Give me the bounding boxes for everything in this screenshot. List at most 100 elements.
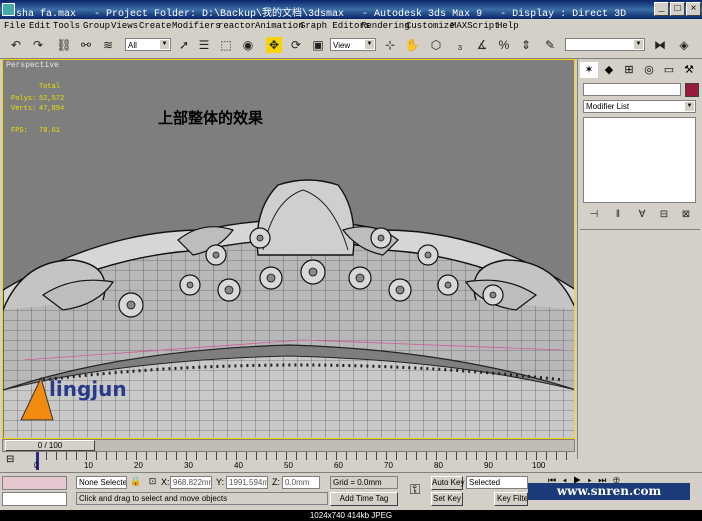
maxscript-listener-pink[interactable] bbox=[2, 476, 67, 490]
grid-size-display: Grid = 0.0mm bbox=[330, 476, 398, 489]
tick-label: 40 bbox=[234, 461, 243, 470]
track-bar[interactable]: ⊟ 0 10 20 30 40 50 60 70 80 90 100 bbox=[2, 452, 575, 472]
modifier-list-label: Modifier List bbox=[586, 102, 630, 111]
window-crossing-icon[interactable]: ◉ bbox=[240, 37, 256, 53]
menu-modifiers[interactable]: Modifiers bbox=[172, 21, 221, 31]
menu-tools[interactable]: Tools bbox=[53, 21, 80, 31]
key-filter-dropdown[interactable]: Selected bbox=[466, 476, 528, 489]
modifier-stack-list[interactable] bbox=[583, 117, 696, 203]
spinner-snap-icon[interactable]: ⇕ bbox=[518, 37, 534, 53]
menu-customize[interactable]: Customize bbox=[406, 21, 455, 31]
pivot-center-icon[interactable]: ⊹ bbox=[382, 37, 398, 53]
percent-snap-icon[interactable]: % bbox=[496, 37, 512, 53]
menu-maxscript[interactable]: MAXScript bbox=[451, 21, 500, 31]
menu-group[interactable]: Group bbox=[83, 21, 110, 31]
select-object-icon[interactable]: ➚ bbox=[176, 37, 192, 53]
modify-tab-icon[interactable]: ◆ bbox=[600, 62, 618, 78]
rectangular-selection-icon[interactable]: ⬚ bbox=[218, 37, 234, 53]
reference-coordinate-dropdown[interactable]: View ▼ bbox=[330, 38, 376, 51]
pin-stack-icon[interactable]: ⊣ bbox=[586, 207, 602, 223]
perspective-viewport[interactable]: Perspective Total Polys: 52,572 Verts: 4… bbox=[2, 59, 575, 439]
motion-tab-icon[interactable]: ◎ bbox=[640, 62, 658, 78]
maximize-button[interactable]: □ bbox=[670, 2, 685, 16]
x-label: X: bbox=[161, 477, 170, 487]
keyboard-shortcut-icon[interactable]: ⬡ bbox=[428, 37, 444, 53]
select-and-scale-icon[interactable]: ▣ bbox=[310, 37, 326, 53]
unlink-icon[interactable]: ⚯ bbox=[78, 37, 94, 53]
object-color-swatch[interactable] bbox=[685, 83, 699, 97]
manipulate-icon[interactable]: ✋ bbox=[404, 37, 420, 53]
tick-label: 70 bbox=[384, 461, 393, 470]
menu-bar: File Edit Tools Group Views Create Modif… bbox=[0, 19, 702, 32]
named-selection-icon[interactable]: ✎ bbox=[542, 37, 558, 53]
selection-status-field: None Selecte bbox=[76, 476, 127, 489]
tick-label: 100 bbox=[532, 461, 546, 470]
lock-icon[interactable]: 🔒 bbox=[130, 476, 141, 488]
named-selection-sets-dropdown[interactable]: ▼ bbox=[565, 38, 645, 51]
select-and-rotate-icon[interactable]: ⟳ bbox=[288, 37, 304, 53]
z-label: Z: bbox=[272, 477, 280, 487]
hierarchy-tab-icon[interactable]: ⊞ bbox=[620, 62, 638, 78]
key-filters-button[interactable]: Key Filters... bbox=[494, 492, 528, 506]
close-button[interactable]: × bbox=[686, 2, 701, 16]
maxscript-listener-white[interactable] bbox=[2, 492, 67, 506]
tick-label: 80 bbox=[434, 461, 443, 470]
set-key-button[interactable]: Set Key bbox=[431, 492, 463, 506]
menu-animation[interactable]: Animation bbox=[255, 21, 304, 31]
create-tab-icon[interactable]: ✶ bbox=[580, 62, 598, 78]
configure-modifier-sets-icon[interactable]: ⊠ bbox=[678, 207, 694, 223]
sofa-model: lingjun bbox=[3, 179, 574, 438]
make-unique-icon[interactable]: ∀ bbox=[634, 207, 650, 223]
undo-icon[interactable]: ↶ bbox=[8, 37, 24, 53]
remove-modifier-icon[interactable]: ⊟ bbox=[656, 207, 672, 223]
z-coordinate-field[interactable]: 0.0mm bbox=[282, 476, 320, 489]
auto-key-button[interactable]: Auto Key bbox=[431, 476, 464, 490]
title-bar: sha fa.max - Project Folder: D:\Backup\我… bbox=[0, 0, 702, 20]
utilities-tab-icon[interactable]: ⚒ bbox=[680, 62, 698, 78]
key-icon[interactable]: ⚿ bbox=[404, 481, 426, 497]
redo-icon[interactable]: ↷ bbox=[30, 37, 46, 53]
menu-graph-editors[interactable]: Graph Editors bbox=[300, 21, 370, 31]
prompt-line: Click and drag to select and move object… bbox=[76, 492, 328, 505]
window-title: sha fa.max - Project Folder: D:\Backup\我… bbox=[16, 9, 627, 20]
menu-create[interactable]: Create bbox=[139, 21, 171, 31]
menu-edit[interactable]: Edit bbox=[29, 21, 51, 31]
selection-filter-value: All bbox=[128, 41, 137, 50]
show-end-result-icon[interactable]: ‖ bbox=[610, 207, 626, 223]
select-and-link-icon[interactable]: ⛓ bbox=[56, 37, 72, 53]
main-toolbar: ↶ ↷ ⛓ ⚯ ≋ All ▼ ➚ ☰ ⬚ ◉ ✥ ⟳ ▣ View ▼ ⊹ ✋… bbox=[0, 32, 702, 59]
bind-space-warp-icon[interactable]: ≋ bbox=[100, 37, 116, 53]
y-coordinate-field[interactable]: 1991.594m bbox=[226, 476, 268, 489]
mirror-icon[interactable]: ⧓ bbox=[652, 37, 668, 53]
menu-help[interactable]: Help bbox=[497, 21, 519, 31]
snaps-toggle-icon[interactable]: ₃ bbox=[452, 37, 468, 53]
select-and-move-icon[interactable]: ✥ bbox=[266, 37, 282, 53]
display-tab-icon[interactable]: ▭ bbox=[660, 62, 678, 78]
image-info-bar: 1024x740 414kb JPEG bbox=[0, 510, 702, 521]
tick-label: 0 bbox=[34, 461, 39, 470]
tick-label: 60 bbox=[334, 461, 343, 470]
time-slider-thumb[interactable]: 0 / 100 bbox=[5, 440, 95, 451]
minimize-button[interactable]: _ bbox=[654, 2, 669, 16]
tick-label: 10 bbox=[84, 461, 93, 470]
menu-file[interactable]: File bbox=[4, 21, 26, 31]
angle-snap-icon[interactable]: ∡ bbox=[474, 37, 490, 53]
track-bar-toggle-icon[interactable]: ⊟ bbox=[6, 454, 22, 468]
object-name-field[interactable] bbox=[583, 83, 681, 96]
menu-rendering[interactable]: Rendering bbox=[361, 21, 410, 31]
menu-reactor[interactable]: reactor bbox=[218, 21, 256, 31]
chevron-down-icon: ▼ bbox=[365, 40, 374, 49]
watermark: www.snren.com bbox=[528, 483, 690, 500]
app-icon bbox=[2, 3, 15, 16]
align-icon[interactable]: ◈ bbox=[676, 37, 692, 53]
absolute-mode-icon[interactable]: ⊡ bbox=[147, 476, 158, 488]
add-time-tag-button[interactable]: Add Time Tag bbox=[330, 492, 398, 506]
x-coordinate-field[interactable]: 968.822mm bbox=[170, 476, 212, 489]
command-panel: ✶ ◆ ⊞ ◎ ▭ ⚒ Modifier List ▼ ⊣ ‖ ∀ ⊟ ⊠ bbox=[577, 59, 702, 459]
chevron-down-icon: ▼ bbox=[160, 40, 169, 49]
modifier-list-dropdown[interactable]: Modifier List ▼ bbox=[583, 100, 696, 113]
select-by-name-icon[interactable]: ☰ bbox=[196, 37, 212, 53]
selection-filter-dropdown[interactable]: All ▼ bbox=[125, 38, 171, 51]
menu-views[interactable]: Views bbox=[111, 21, 138, 31]
time-slider[interactable]: 0 / 100 bbox=[2, 439, 575, 452]
